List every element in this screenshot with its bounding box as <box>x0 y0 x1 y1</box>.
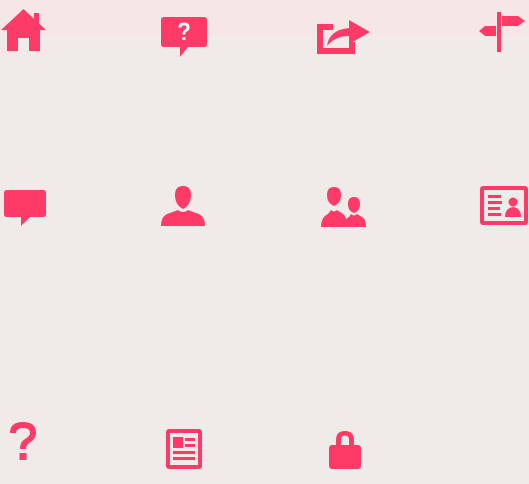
icon-grid-page <box>0 0 529 484</box>
home-icon[interactable] <box>0 8 47 52</box>
users-icon[interactable] <box>321 186 367 228</box>
question-mark-icon[interactable] <box>8 421 38 463</box>
newspaper-icon[interactable] <box>165 428 205 470</box>
chat-bubble-icon[interactable] <box>4 189 46 227</box>
lock-icon[interactable] <box>327 428 363 470</box>
id-card-icon[interactable] <box>479 184 529 226</box>
signpost-icon[interactable] <box>478 11 526 53</box>
top-band <box>0 0 529 36</box>
user-icon[interactable] <box>160 185 206 227</box>
share-icon[interactable] <box>315 12 371 56</box>
help-bubble-icon[interactable] <box>160 16 208 58</box>
